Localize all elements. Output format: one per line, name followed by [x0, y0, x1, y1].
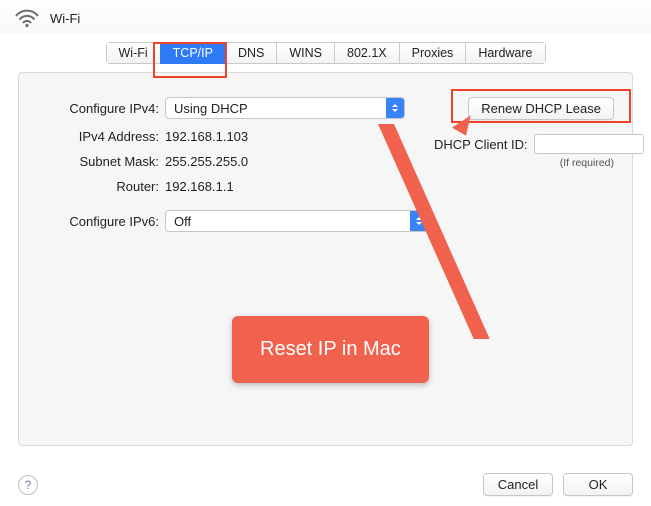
tab-wins[interactable]: WINS [276, 42, 334, 64]
configure-ipv4-select[interactable]: Using DHCP [165, 97, 405, 119]
wifi-icon [14, 8, 40, 28]
router-label: Router: [37, 179, 165, 194]
ipv4-address-label: IPv4 Address: [37, 129, 165, 144]
tab-bar: Wi-Fi TCP/IP DNS WINS 802.1X Proxies Har… [0, 42, 651, 64]
annotation-balloon-text: Reset IP in Mac [260, 338, 401, 360]
configure-ipv6-select[interactable]: Off [165, 210, 429, 232]
renew-dhcp-lease-button[interactable]: Renew DHCP Lease [468, 97, 614, 120]
help-button[interactable]: ? [18, 475, 38, 495]
subnet-mask-label: Subnet Mask: [37, 154, 165, 169]
if-required-note: (If required) [434, 157, 614, 169]
ok-button[interactable]: OK [563, 473, 633, 496]
cancel-button[interactable]: Cancel [483, 473, 553, 496]
dhcp-client-id-label: DHCP Client ID: [434, 137, 528, 152]
dhcp-client-id-input[interactable] [534, 134, 644, 154]
chevron-updown-icon [386, 98, 404, 118]
tab-tcpip[interactable]: TCP/IP [160, 42, 225, 64]
tab-dns[interactable]: DNS [225, 42, 276, 64]
configure-ipv4-label: Configure IPv4: [37, 101, 165, 116]
window-header: Wi-Fi [0, 0, 651, 34]
annotation-balloon: Reset IP in Mac [232, 316, 429, 383]
configure-ipv4-value: Using DHCP [166, 101, 386, 116]
tab-8021x[interactable]: 802.1X [334, 42, 399, 64]
router-value: 192.168.1.1 [165, 179, 234, 194]
ipv4-address-value: 192.168.1.103 [165, 129, 248, 144]
configure-ipv6-value: Off [166, 214, 410, 229]
footer: ? Cancel OK [0, 473, 651, 496]
subnet-mask-value: 255.255.255.0 [165, 154, 248, 169]
page-title: Wi-Fi [50, 11, 80, 26]
tab-hardware[interactable]: Hardware [465, 42, 545, 64]
configure-ipv6-label: Configure IPv6: [37, 214, 165, 229]
tab-wifi[interactable]: Wi-Fi [106, 42, 160, 64]
settings-panel: Configure IPv4: Using DHCP IPv4 Address:… [18, 72, 633, 446]
tab-proxies[interactable]: Proxies [399, 42, 466, 64]
